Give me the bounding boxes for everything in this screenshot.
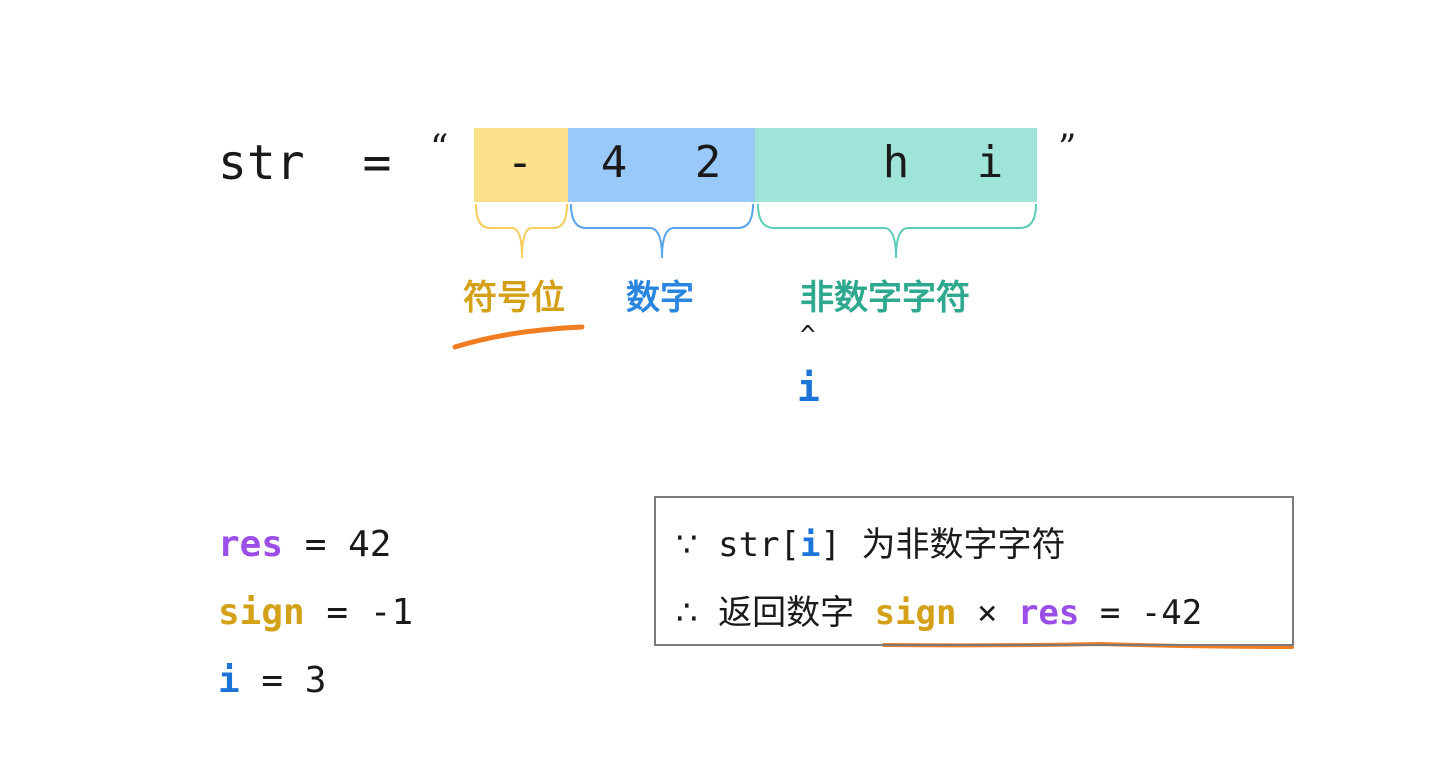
str-suffix: ]: [820, 525, 841, 565]
var-sign: sign = -1: [218, 585, 413, 641]
sign-group-label: 符号位: [463, 278, 565, 318]
result-eq: =: [1099, 593, 1121, 633]
result-text: 返回数字: [718, 593, 855, 633]
str-index: i: [800, 525, 821, 565]
because-symbol: ∵: [676, 525, 698, 565]
var-i-eq: =: [261, 660, 284, 701]
var-res-value: 42: [348, 524, 392, 565]
sign-brace: [475, 203, 568, 259]
var-res: res = 42: [218, 517, 391, 573]
caret-pointer: ^: [800, 321, 816, 351]
var-i-value: 3: [304, 660, 327, 701]
result-value: -42: [1140, 593, 1203, 633]
sign-label-underline: [452, 324, 585, 350]
digits-brace: [570, 203, 754, 259]
nondigit-group-label: 非数字字符: [800, 278, 970, 318]
reason-therefore-line: ∴ 返回数字 sign × res = -42: [676, 585, 1202, 641]
digits-group-label: 数字: [626, 278, 694, 318]
therefore-symbol: ∴: [676, 593, 698, 633]
var-i: i = 3: [218, 653, 326, 709]
result-sign: sign: [874, 593, 957, 633]
annotation-layer: [452, 203, 1294, 649]
result-res: res: [1017, 593, 1080, 633]
times-symbol: ×: [976, 593, 998, 633]
var-sign-name: sign: [218, 592, 305, 633]
nondigit-brace: [757, 203, 1037, 259]
str-prefix: str[: [718, 525, 801, 565]
var-sign-eq: =: [326, 592, 349, 633]
condition-text: 为非数字字符: [861, 525, 1066, 565]
reason-because-line: ∵ str[i] 为非数字字符: [676, 517, 1065, 573]
var-sign-value: -1: [369, 592, 414, 633]
index-pointer-label: i: [797, 366, 820, 410]
var-i-name: i: [218, 660, 240, 701]
var-res-name: res: [218, 524, 284, 565]
var-res-eq: =: [304, 524, 327, 565]
